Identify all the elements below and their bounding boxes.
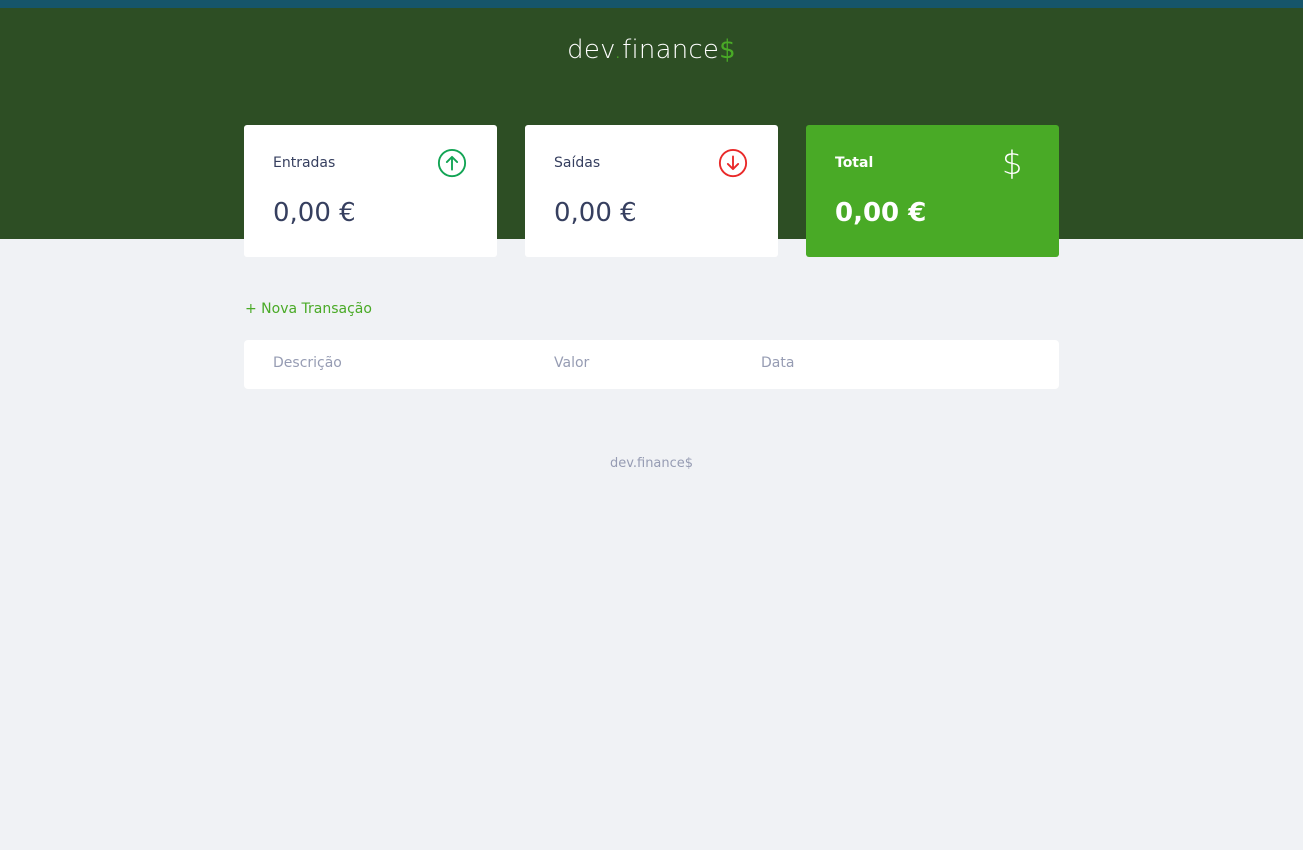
logo-text-dev: dev bbox=[567, 35, 614, 65]
income-value: 0,00 € bbox=[273, 198, 356, 228]
expense-value: 0,00 € bbox=[554, 198, 637, 228]
window-top-strip bbox=[0, 0, 1303, 8]
total-value: 0,00 € bbox=[835, 198, 927, 228]
new-transaction-button[interactable]: + Nova Transação bbox=[245, 301, 372, 317]
logo-dollar: $ bbox=[719, 35, 736, 65]
page-footer: dev.finance$ bbox=[0, 456, 1303, 471]
total-card: Total $ 0,00 € bbox=[806, 125, 1059, 257]
logo-text-finance: finance bbox=[622, 35, 720, 65]
expense-card: Saídas 0,00 € bbox=[525, 125, 778, 257]
column-header-value: Valor bbox=[554, 355, 590, 371]
arrow-up-circle-icon bbox=[437, 148, 467, 178]
dollar-icon: $ bbox=[1002, 144, 1023, 182]
expense-label: Saídas bbox=[554, 155, 601, 171]
footer-text: dev.finance$ bbox=[609, 456, 694, 471]
logo-dot: . bbox=[613, 35, 623, 65]
total-label: Total bbox=[835, 155, 874, 171]
transactions-table-header: Descrição Valor Data bbox=[244, 340, 1059, 389]
income-card: Entradas 0,00 € bbox=[244, 125, 497, 257]
app-logo: dev.finance$ bbox=[0, 35, 1303, 65]
arrow-down-circle-icon bbox=[718, 148, 748, 178]
income-label: Entradas bbox=[273, 155, 336, 171]
column-header-date: Data bbox=[761, 355, 795, 371]
column-header-description: Descrição bbox=[273, 355, 342, 371]
